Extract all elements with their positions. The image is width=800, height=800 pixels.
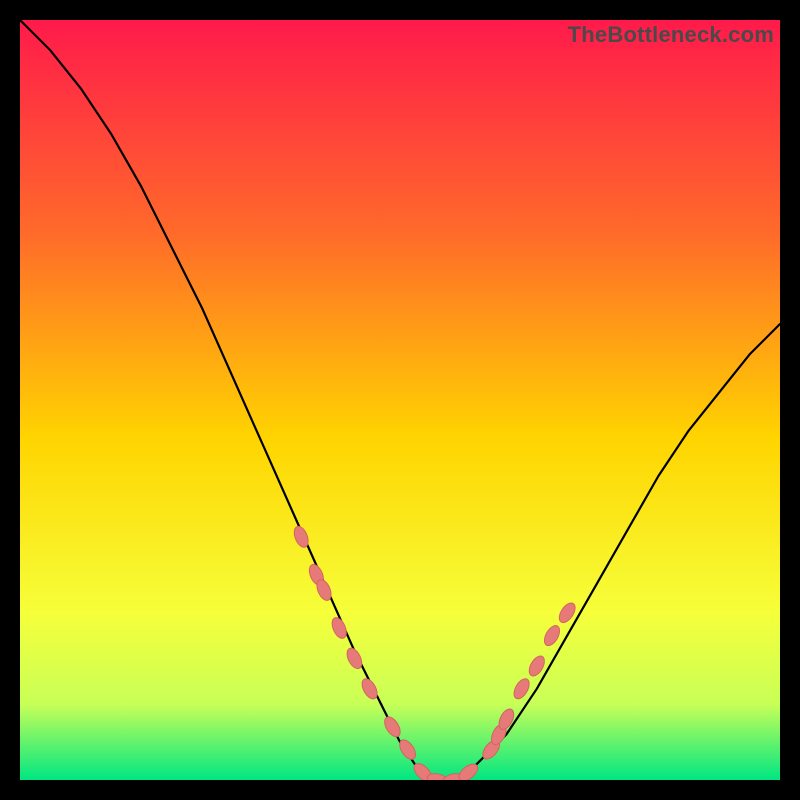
bottleneck-chart — [20, 20, 780, 780]
gradient-background — [20, 20, 780, 780]
watermark-text: TheBottleneck.com — [568, 22, 774, 48]
chart-frame: TheBottleneck.com — [20, 20, 780, 780]
